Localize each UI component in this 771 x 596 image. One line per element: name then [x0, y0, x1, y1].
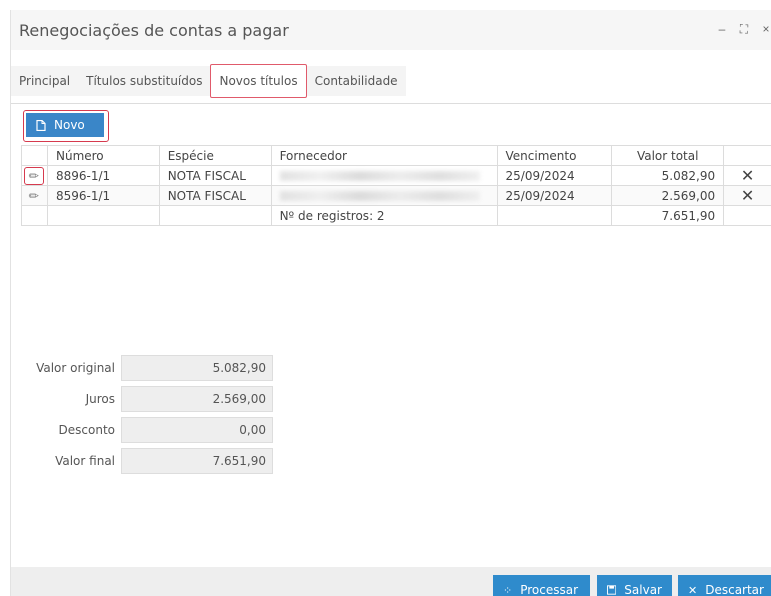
- summary-panel: Valor original 5.082,90 Juros 2.569,00 D…: [21, 352, 273, 476]
- tab-contabilidade[interactable]: Contabilidade: [306, 66, 406, 96]
- window-controls: – ⛶ ×: [716, 22, 771, 37]
- tab-principal[interactable]: Principal: [11, 66, 79, 96]
- edit-cell[interactable]: ✎: [21, 165, 48, 186]
- titles-table: Número Espécie Fornecedor Vencimento Val…: [21, 145, 771, 226]
- salvar-button[interactable]: Salvar: [597, 575, 672, 596]
- desconto-field: 0,00: [121, 416, 273, 443]
- action-bar: ⁘ Processar Salvar ✕ Descartar: [11, 567, 771, 596]
- tab-titulos-substituidos[interactable]: Títulos substituídos: [78, 66, 211, 96]
- summary-row-desconto: Desconto 0,00: [21, 414, 273, 445]
- cell-vencimento: 25/09/2024: [496, 165, 613, 186]
- pencil-icon[interactable]: ✎: [25, 166, 43, 184]
- novo-label: Novo: [54, 118, 85, 132]
- cell-valor: 5.082,90: [611, 165, 725, 186]
- table-row[interactable]: ✎ 8896-1/1 NOTA FISCAL 25/09/2024 5.082,…: [21, 165, 771, 186]
- discard-icon: ✕: [688, 583, 698, 596]
- salvar-label: Salvar: [624, 583, 662, 596]
- delete-row-icon[interactable]: ✕: [723, 165, 771, 186]
- table-row[interactable]: ✎ 8596-1/1 NOTA FISCAL 25/09/2024 2.569,…: [21, 185, 771, 206]
- delete-row-icon[interactable]: ✕: [723, 185, 771, 206]
- process-icon: ⁘: [503, 583, 513, 596]
- edit-cell[interactable]: ✎: [21, 185, 48, 206]
- col-numero[interactable]: Número: [46, 145, 160, 166]
- save-icon: [607, 585, 617, 595]
- processar-button[interactable]: ⁘ Processar: [493, 575, 590, 596]
- col-fornecedor[interactable]: Fornecedor: [270, 145, 498, 166]
- col-valor-total[interactable]: Valor total: [611, 145, 725, 166]
- close-icon[interactable]: ×: [760, 22, 771, 37]
- summary-row-juros: Juros 2.569,00: [21, 383, 273, 414]
- title-bar: Renegociações de contas a pagar – ⛶ ×: [11, 10, 771, 50]
- summary-row-valor-final: Valor final 7.651,90: [21, 445, 273, 476]
- processar-label: Processar: [520, 583, 579, 596]
- novo-highlight: Novo: [23, 110, 109, 142]
- table-footer-row: Nº de registros: 2 7.651,90: [21, 205, 771, 226]
- redacted-supplier: [279, 191, 480, 201]
- cell-valor: 2.569,00: [611, 185, 725, 206]
- cell-fornecedor: [270, 165, 498, 186]
- tab-novos-titulos[interactable]: Novos títulos: [210, 64, 307, 98]
- tab-bar: Principal Títulos substituídos Novos tít…: [11, 64, 771, 104]
- desconto-label: Desconto: [58, 422, 115, 437]
- juros-field: 2.569,00: [121, 385, 273, 412]
- new-document-icon: [36, 119, 46, 131]
- valor-original-field: 5.082,90: [121, 354, 273, 381]
- cell-vencimento: 25/09/2024: [496, 185, 613, 206]
- window-title: Renegociações de contas a pagar: [19, 21, 289, 40]
- descartar-label: Descartar: [705, 583, 764, 596]
- cell-especie: NOTA FISCAL: [158, 165, 272, 186]
- descartar-button[interactable]: ✕ Descartar: [678, 575, 771, 596]
- total-sum: 7.651,90: [611, 205, 725, 226]
- col-delete: [723, 145, 771, 166]
- cell-fornecedor: [270, 185, 498, 206]
- valor-original-label: Valor original: [36, 360, 115, 375]
- col-edit: [21, 145, 48, 166]
- cell-numero: 8896-1/1: [46, 165, 160, 186]
- maximize-icon[interactable]: ⛶: [738, 22, 750, 37]
- summary-row-valor-original: Valor original 5.082,90: [21, 352, 273, 383]
- cell-numero: 8596-1/1: [46, 185, 160, 206]
- table-header-row: Número Espécie Fornecedor Vencimento Val…: [21, 145, 771, 166]
- pencil-icon[interactable]: ✎: [26, 187, 43, 204]
- redacted-supplier: [279, 171, 480, 181]
- novo-button[interactable]: Novo: [26, 113, 104, 137]
- juros-label: Juros: [85, 391, 115, 406]
- record-count: Nº de registros: 2: [270, 205, 498, 226]
- minimize-icon[interactable]: –: [716, 22, 728, 37]
- renegotiation-window: Renegociações de contas a pagar – ⛶ × Pr…: [10, 10, 771, 596]
- col-especie[interactable]: Espécie: [158, 145, 272, 166]
- cell-especie: NOTA FISCAL: [158, 185, 272, 206]
- valor-final-field: 7.651,90: [121, 447, 273, 474]
- col-vencimento[interactable]: Vencimento: [496, 145, 613, 166]
- valor-final-label: Valor final: [55, 453, 115, 468]
- edit-highlight: ✎: [24, 166, 45, 185]
